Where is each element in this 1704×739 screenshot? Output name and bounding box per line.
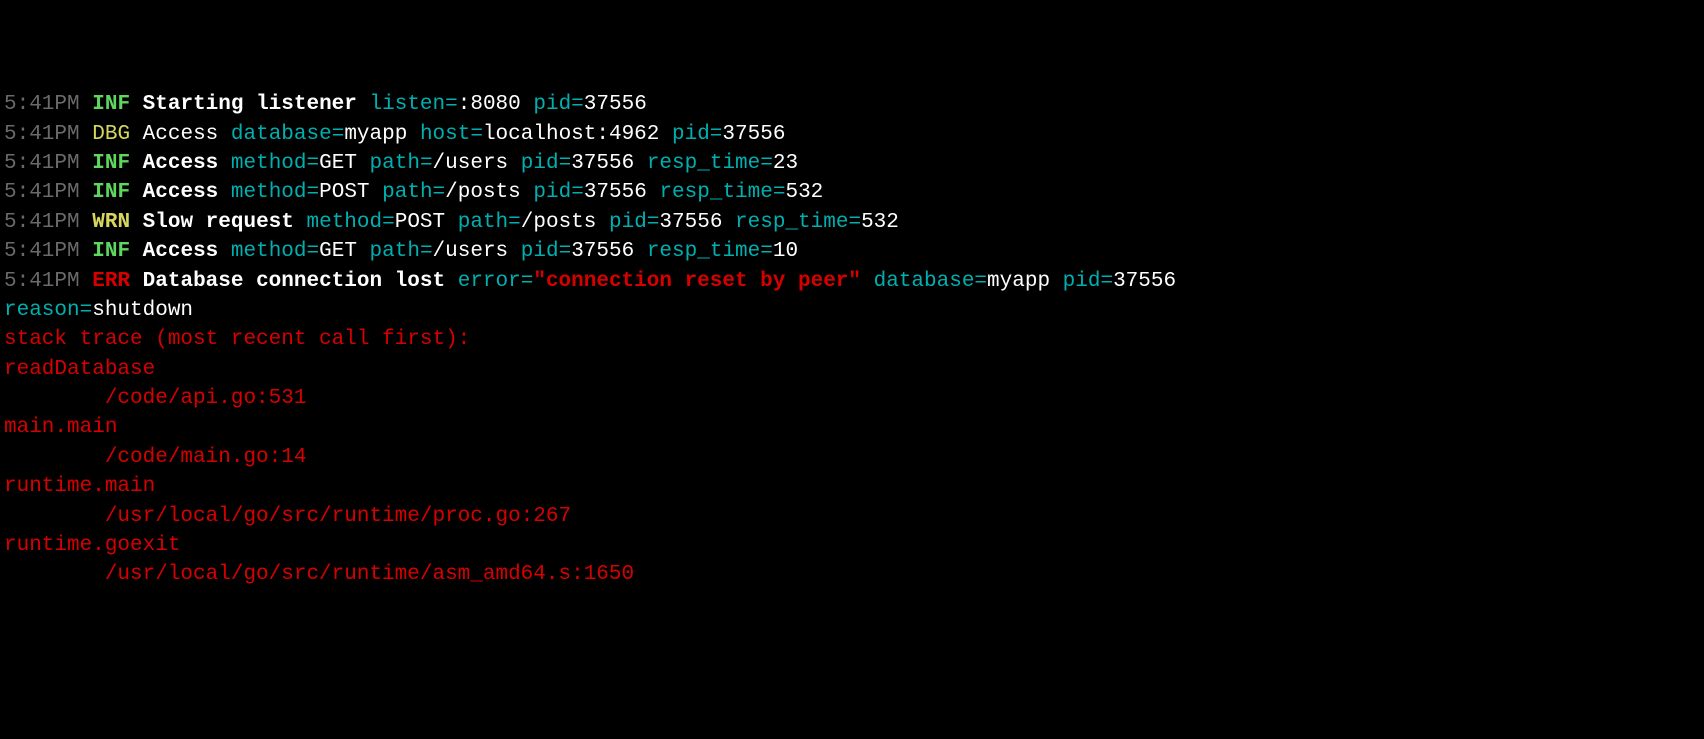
field-value: 23 bbox=[773, 152, 798, 175]
log-level: WRN bbox=[92, 211, 130, 234]
field-value: 37556 bbox=[584, 93, 647, 116]
field-value: GET bbox=[319, 152, 357, 175]
stack-frame-fn: main.main bbox=[4, 413, 1700, 442]
timestamp: 5:41PM bbox=[4, 181, 80, 204]
field-key: pid= bbox=[533, 93, 583, 116]
field-key: error= bbox=[458, 270, 534, 293]
timestamp: 5:41PM bbox=[4, 270, 80, 293]
log-message: Access bbox=[143, 152, 219, 175]
log-line: 5:41PM WRN Slow request method=POST path… bbox=[4, 208, 1700, 237]
stack-frame-loc: /code/main.go:14 bbox=[4, 443, 1700, 472]
log-output: 5:41PM INF Starting listener listen=:808… bbox=[4, 90, 1700, 590]
field-value: 37556 bbox=[659, 211, 722, 234]
stack-frame-fn: runtime.goexit bbox=[4, 531, 1700, 560]
field-value: 532 bbox=[785, 181, 823, 204]
log-message: Access bbox=[143, 181, 219, 204]
field-key: pid= bbox=[672, 123, 722, 146]
field-value: GET bbox=[319, 240, 357, 263]
field-value: 532 bbox=[861, 211, 899, 234]
stack-frame-fn: runtime.main bbox=[4, 472, 1700, 501]
field-key: pid= bbox=[521, 240, 571, 263]
field-value: 10 bbox=[773, 240, 798, 263]
stack-frame-loc: /code/api.go:531 bbox=[4, 384, 1700, 413]
field-key: pid= bbox=[521, 152, 571, 175]
field-value: /users bbox=[433, 152, 509, 175]
field-key: host= bbox=[420, 123, 483, 146]
field-key: method= bbox=[231, 181, 319, 204]
log-line-wrap: reason=shutdown bbox=[4, 296, 1700, 325]
timestamp: 5:41PM bbox=[4, 211, 80, 234]
field-value: :8080 bbox=[458, 93, 521, 116]
field-value: "connection reset by peer" bbox=[533, 270, 861, 293]
field-value: 37556 bbox=[571, 152, 634, 175]
field-value: 37556 bbox=[571, 240, 634, 263]
stack-trace-header: stack trace (most recent call first): bbox=[4, 325, 1700, 354]
field-value: myapp bbox=[344, 123, 407, 146]
field-key: resp_time= bbox=[647, 240, 773, 263]
field-key: pid= bbox=[1063, 270, 1113, 293]
field-key: method= bbox=[231, 240, 319, 263]
field-value: 37556 bbox=[1113, 270, 1176, 293]
field-value: 37556 bbox=[584, 181, 647, 204]
field-value: myapp bbox=[987, 270, 1050, 293]
timestamp: 5:41PM bbox=[4, 152, 80, 175]
timestamp: 5:41PM bbox=[4, 240, 80, 263]
log-line: 5:41PM INF Starting listener listen=:808… bbox=[4, 90, 1700, 119]
field-value: POST bbox=[319, 181, 369, 204]
log-line: 5:41PM INF Access method=POST path=/post… bbox=[4, 178, 1700, 207]
field-key: resp_time= bbox=[735, 211, 861, 234]
log-level: INF bbox=[92, 93, 130, 116]
log-message: Database connection lost bbox=[143, 270, 445, 293]
field-key: method= bbox=[307, 211, 395, 234]
stack-frame-fn: readDatabase bbox=[4, 355, 1700, 384]
log-level: DBG bbox=[92, 123, 130, 146]
timestamp: 5:41PM bbox=[4, 93, 80, 116]
log-level: INF bbox=[92, 181, 130, 204]
field-value: /posts bbox=[445, 181, 521, 204]
field-value: shutdown bbox=[92, 299, 193, 322]
log-line: 5:41PM INF Access method=GET path=/users… bbox=[4, 149, 1700, 178]
field-key: method= bbox=[231, 152, 319, 175]
log-level: INF bbox=[92, 152, 130, 175]
field-key: pid= bbox=[609, 211, 659, 234]
field-key: pid= bbox=[533, 181, 583, 204]
field-value: /users bbox=[433, 240, 509, 263]
log-message: Slow request bbox=[143, 211, 294, 234]
field-value: localhost:4962 bbox=[483, 123, 659, 146]
field-key: database= bbox=[874, 270, 987, 293]
timestamp: 5:41PM bbox=[4, 123, 80, 146]
field-key: path= bbox=[370, 240, 433, 263]
stack-frame-loc: /usr/local/go/src/runtime/proc.go:267 bbox=[4, 502, 1700, 531]
log-level: ERR bbox=[92, 270, 130, 293]
log-level: INF bbox=[92, 240, 130, 263]
stack-frame-loc: /usr/local/go/src/runtime/asm_amd64.s:16… bbox=[4, 560, 1700, 589]
field-key: listen= bbox=[370, 93, 458, 116]
field-key: path= bbox=[458, 211, 521, 234]
log-message: Starting listener bbox=[143, 93, 357, 116]
field-key: resp_time= bbox=[647, 152, 773, 175]
field-key: path= bbox=[370, 152, 433, 175]
field-key: reason= bbox=[4, 299, 92, 322]
field-value: 37556 bbox=[722, 123, 785, 146]
field-key: path= bbox=[382, 181, 445, 204]
log-line: 5:41PM INF Access method=GET path=/users… bbox=[4, 237, 1700, 266]
log-message: Access bbox=[143, 123, 219, 146]
field-key: database= bbox=[231, 123, 344, 146]
log-line: 5:41PM ERR Database connection lost erro… bbox=[4, 267, 1700, 296]
log-line: 5:41PM DBG Access database=myapp host=lo… bbox=[4, 120, 1700, 149]
field-key: resp_time= bbox=[659, 181, 785, 204]
log-message: Access bbox=[143, 240, 219, 263]
field-value: POST bbox=[395, 211, 445, 234]
field-value: /posts bbox=[521, 211, 597, 234]
